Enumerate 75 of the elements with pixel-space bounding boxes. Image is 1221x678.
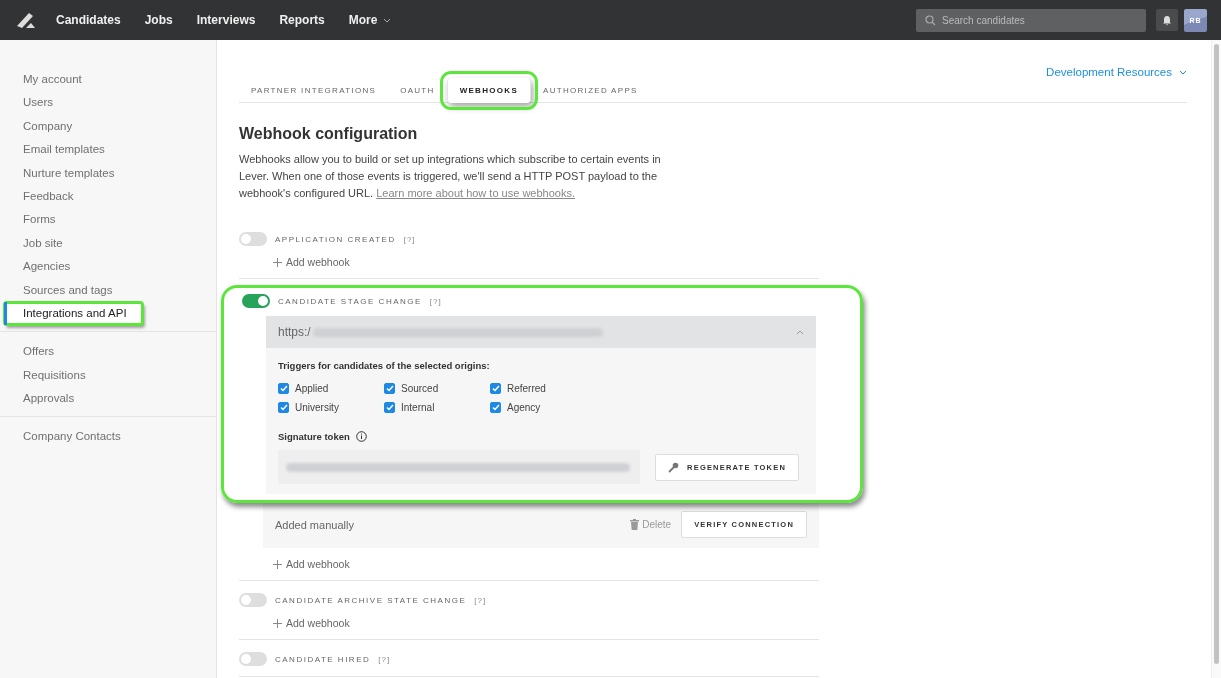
trash-icon	[630, 519, 640, 530]
plus-icon	[273, 559, 282, 569]
checkbox[interactable]	[384, 383, 395, 394]
delete-button[interactable]: Delete	[630, 519, 672, 530]
help-link[interactable]: [?]	[474, 595, 487, 605]
sidebar-item[interactable]: My account	[0, 68, 216, 92]
logo-icon[interactable]	[16, 11, 36, 29]
checkbox[interactable]	[384, 402, 395, 413]
sidebar-item[interactable]: Nurture templates	[0, 161, 216, 185]
toggle-switch[interactable]	[242, 294, 270, 308]
search-icon	[925, 14, 936, 26]
nav-link[interactable]: Candidates	[56, 9, 121, 31]
add-webhook-button[interactable]: Add webhook	[273, 617, 350, 629]
learn-more-link[interactable]: Learn more about how to use webhooks.	[376, 187, 575, 199]
webhook-event-label: CANDIDATE HIRED	[275, 654, 371, 664]
key-icon	[668, 461, 680, 473]
sidebar-item[interactable]: Forms	[0, 208, 216, 232]
chevron-up-icon[interactable]	[796, 329, 804, 335]
checkbox[interactable]	[490, 383, 501, 394]
checkbox-label: Applied	[295, 383, 329, 394]
description-text: Webhooks allow you to build or set up integrations which subscribe to certain events in Lever. When one of those events is triggered, we'll send a HTTP POST payload to the webhook's configured URL. Learn more about how to use webhooks.	[239, 152, 662, 201]
sidebar-item[interactable]: Agencies	[0, 255, 216, 279]
sidebar-item[interactable]: Offers	[0, 340, 216, 364]
more-menu[interactable]: More	[348, 9, 392, 31]
scrollbar-thumb[interactable]	[1214, 44, 1219, 664]
search-field[interactable]: Search candidates	[916, 8, 1146, 32]
checkbox[interactable]	[278, 383, 289, 394]
webhook-event-label: CANDIDATE STAGE CHANGE	[278, 296, 422, 306]
toggle-switch[interactable]	[239, 232, 267, 246]
section-label: Signature token	[278, 431, 350, 442]
source-text: Added manually	[275, 518, 354, 531]
sidebar-item[interactable]: Company Contacts	[0, 425, 216, 449]
nav-link[interactable]: Interviews	[196, 9, 256, 31]
plus-icon	[273, 618, 282, 628]
section-label: Triggers for candidates of the selected origins:	[278, 360, 491, 371]
checkbox-label: Sourced	[401, 383, 439, 394]
sidebar-item[interactable]: Company	[0, 114, 216, 139]
sidebar-item[interactable]: Feedback	[0, 184, 216, 209]
development-resources-menu[interactable]: Development Resources	[1046, 66, 1187, 78]
plus-icon	[273, 257, 282, 267]
sidebar-item[interactable]: Users	[0, 91, 216, 115]
sidebar-item[interactable]: Requisitions	[0, 363, 216, 388]
sidebar-item[interactable]: Job site	[0, 231, 216, 256]
add-webhook-button[interactable]: Add webhook	[273, 558, 350, 570]
checkbox-label: Internal	[401, 402, 435, 413]
tab[interactable]: AUTHORIZED APPS	[531, 78, 650, 102]
chevron-down-icon	[383, 17, 392, 23]
checkbox-label: University	[295, 402, 339, 413]
toggle-switch[interactable]	[239, 593, 267, 607]
token-field[interactable]	[278, 450, 640, 484]
sidebar-item[interactable]: Sources and tags	[0, 278, 216, 302]
help-link[interactable]: [?]	[429, 296, 442, 306]
nav-link[interactable]: Jobs	[144, 9, 173, 31]
sidebar-item[interactable]: Integrations and API	[4, 301, 143, 326]
info-icon[interactable]	[355, 431, 367, 442]
sidebar-item[interactable]: Approvals	[0, 387, 216, 411]
add-webhook-button[interactable]: Add webhook	[273, 256, 350, 268]
page-heading: Webhook configuration	[239, 125, 419, 143]
checkbox-label: Referred	[507, 383, 546, 394]
help-link[interactable]: [?]	[378, 654, 391, 664]
webhook-event-label: APPLICATION CREATED	[275, 234, 396, 244]
toggle-switch[interactable]	[239, 652, 267, 666]
nav-link[interactable]: Reports	[279, 9, 325, 31]
checkbox[interactable]	[278, 402, 289, 413]
notifications-button[interactable]	[1156, 9, 1178, 31]
url-text: https:/	[278, 325, 311, 339]
checkbox[interactable]	[490, 402, 501, 413]
help-link[interactable]: [?]	[403, 234, 416, 244]
tab[interactable]: PARTNER INTEGRATIONS	[239, 78, 389, 102]
sidebar-item[interactable]: Email templates	[0, 138, 216, 162]
bell-icon	[1162, 14, 1172, 26]
webhook-event-label: CANDIDATE ARCHIVE STATE CHANGE	[275, 595, 467, 605]
chevron-down-icon	[1179, 69, 1187, 75]
checkbox-label: Agency	[507, 402, 541, 413]
tab[interactable]: OAUTH	[388, 78, 447, 102]
